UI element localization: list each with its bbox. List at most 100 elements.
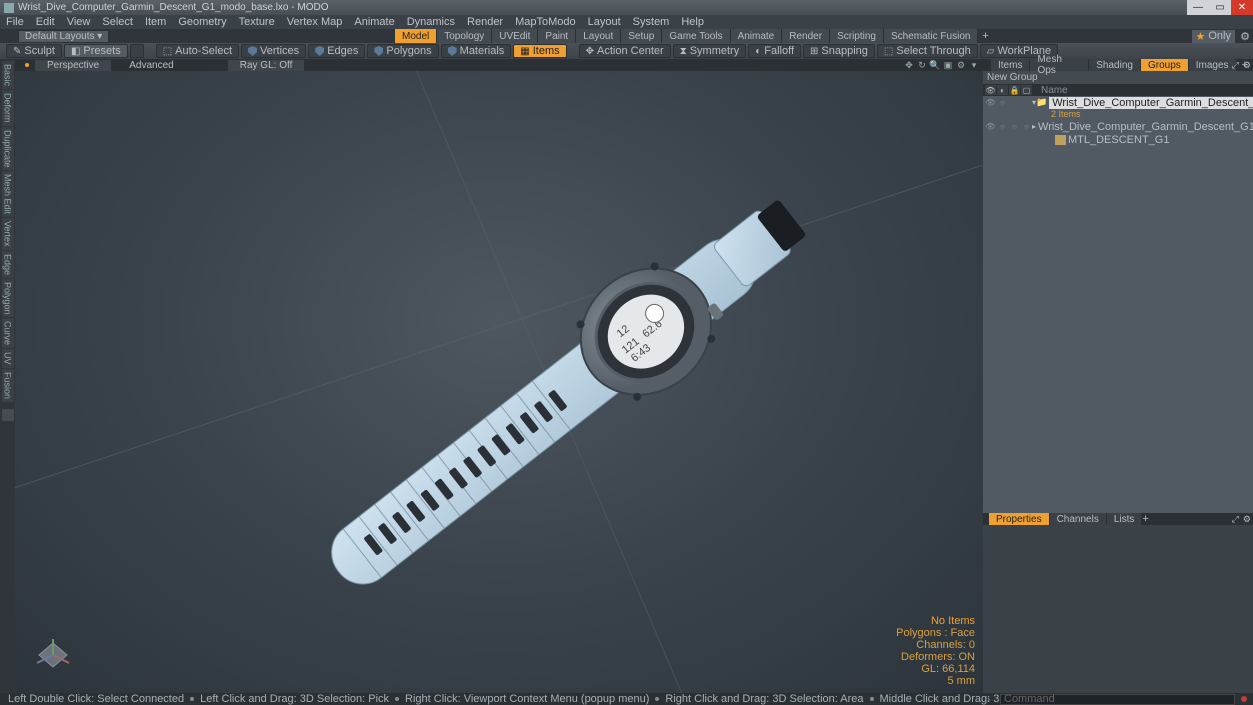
polygons-button[interactable]: Polygons [367,44,438,58]
fit-icon[interactable]: ▣ [943,60,953,70]
layouts-dropdown[interactable]: Default Layouts ▾ [18,30,109,43]
rtab-shading[interactable]: Shading [1089,59,1140,71]
status-bar: Left Double Click: Select Connected Left… [0,693,1253,705]
autoselect-button[interactable]: ⬚ Auto-Select [156,44,239,58]
visibility-column-icons: 👁 ◐ 🔒 ▢ [983,85,1035,95]
move-icon[interactable]: ✥ [904,60,914,70]
ptab-add[interactable]: + [1142,513,1148,525]
items-button[interactable]: ▦ Items [513,44,566,58]
command-caret-icon[interactable]: › [987,694,997,704]
gear-viewport-icon[interactable]: ⚙ [956,60,966,70]
viewport-options-icon[interactable] [25,63,29,67]
menu-select[interactable]: Select [102,16,133,28]
falloff-button[interactable]: ◐ Falloff [748,44,801,58]
solo-icon[interactable]: ◐ [997,85,1008,95]
vtab-duplicate[interactable]: Duplicate [2,127,14,171]
axis-gizmo[interactable] [33,635,73,675]
view-advanced[interactable]: Advanced [117,60,185,71]
fill-toggle[interactable] [130,44,144,58]
rtab-images[interactable]: Images [1189,59,1236,71]
tab-topology[interactable]: Topology [437,29,492,43]
menu-system[interactable]: System [633,16,670,28]
rtab-groups[interactable]: Groups [1141,59,1188,71]
tab-setup[interactable]: Setup [621,29,662,43]
menu-item[interactable]: Item [145,16,166,28]
tab-layout[interactable]: Layout [576,29,621,43]
menu-layout[interactable]: Layout [588,16,621,28]
view-perspective[interactable]: Perspective [35,60,111,71]
tab-paint[interactable]: Paint [538,29,576,43]
tab-animate[interactable]: Animate [731,29,783,43]
menu-help[interactable]: Help [681,16,704,28]
materials-button[interactable]: Materials [441,44,512,58]
vertices-button[interactable]: Vertices [241,44,306,58]
new-group-button[interactable]: New Group [983,71,1253,84]
select-icon[interactable]: ▢ [1021,85,1032,95]
menu-animate[interactable]: Animate [354,16,394,28]
vtab-vertex[interactable]: Vertex [2,218,14,250]
minimize-button[interactable]: — [1187,0,1209,15]
add-tab-button[interactable]: + [978,29,992,43]
ptab-channels[interactable]: Channels [1050,513,1106,525]
vtab-basic[interactable]: Basic [2,61,14,89]
tab-scripting[interactable]: Scripting [830,29,884,43]
only-toggle[interactable]: ★Only [1192,30,1236,43]
3d-viewport[interactable]: 12 93 121 62.6 6:43 No Item [15,71,983,693]
tab-model[interactable]: Model [395,29,437,43]
symmetry-button[interactable]: ⧗ Symmetry [673,44,747,58]
chevron-down-icon[interactable]: ▾ [969,60,979,70]
tab-gametools[interactable]: Game Tools [662,29,730,43]
tree-row-mesh[interactable]: 👁○○○ ▸ Wrist_Dive_Computer_Garmin_Descen… [983,120,1253,133]
prop-expand-icon[interactable]: ⤢ [1232,514,1239,525]
vtab-polygon[interactable]: Polygon [2,279,14,318]
left-collapse-icon[interactable] [2,409,14,421]
lock-icon[interactable]: 🔒 [1009,85,1020,95]
menu-texture[interactable]: Texture [239,16,275,28]
ptab-lists[interactable]: Lists [1107,513,1142,525]
settings-gear-icon[interactable]: ⚙ [1239,30,1251,42]
menu-render[interactable]: Render [467,16,503,28]
itemlist-tabs: Items Mesh Ops Shading Groups Images + ⤢… [983,59,1253,71]
rtab-items[interactable]: Items [991,59,1029,71]
close-button[interactable]: ✕ [1231,0,1253,15]
selectthrough-button[interactable]: ⬚ Select Through [877,44,978,58]
rtab-meshops[interactable]: Mesh Ops [1030,59,1088,71]
view-raygl[interactable]: Ray GL: Off [228,60,305,71]
menu-geometry[interactable]: Geometry [178,16,226,28]
watch-model: 12 93 121 62.6 6:43 [185,137,885,693]
status-hint-4: Right Click and Drag: 3D Selection: Area [665,693,863,705]
tab-uvedit[interactable]: UVEdit [492,29,538,43]
vtab-fusion[interactable]: Fusion [2,369,14,402]
vtab-deform[interactable]: Deform [2,90,14,126]
command-input[interactable]: Command [1000,694,1235,705]
sculpt-button[interactable]: ✎ Sculpt [6,44,62,58]
record-button[interactable] [1238,694,1249,705]
vtab-uv[interactable]: UV [2,349,14,368]
rotate-icon[interactable]: ↻ [917,60,927,70]
actioncenter-button[interactable]: ✥ Action Center [579,44,671,58]
menu-vertexmap[interactable]: Vertex Map [287,16,343,28]
tab-render[interactable]: Render [782,29,830,43]
ptab-properties[interactable]: Properties [989,513,1049,525]
expand-panel-icon[interactable]: ⤢ [1232,60,1239,71]
menu-edit[interactable]: Edit [36,16,55,28]
vtab-edge[interactable]: Edge [2,251,14,278]
presets-button[interactable]: ◧ Presets [64,44,128,58]
prop-gear-icon[interactable]: ⚙ [1243,514,1251,525]
menu-file[interactable]: File [6,16,24,28]
menu-maptomodo[interactable]: MapToModo [515,16,576,28]
tab-schematicfusion[interactable]: Schematic Fusion [884,29,978,43]
tree-row-material[interactable]: MTL_DESCENT_G1 [983,133,1253,146]
menu-view[interactable]: View [67,16,91,28]
tree-row-root[interactable]: 👁○ ▾📁 Wrist_Dive_Computer_Garmin_Descent… [983,96,1253,109]
menu-dynamics[interactable]: Dynamics [407,16,455,28]
zoom-icon[interactable]: 🔍 [930,60,940,70]
edges-button[interactable]: Edges [308,44,365,58]
eye-icon[interactable]: 👁 [985,85,996,95]
snapping-button[interactable]: ⊞ Snapping [803,44,875,58]
material-icon [1055,135,1066,145]
panel-gear-icon[interactable]: ⚙ [1243,60,1251,71]
vtab-curve[interactable]: Curve [2,318,14,348]
vtab-meshedit[interactable]: Mesh Edit [2,171,14,217]
maximize-button[interactable]: ▭ [1209,0,1231,15]
